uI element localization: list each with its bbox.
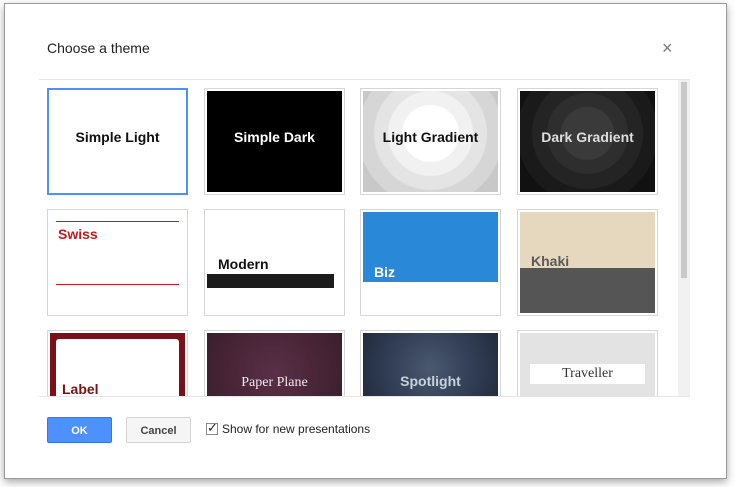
checkmark-icon: ✓ (207, 420, 218, 435)
close-icon[interactable]: × (662, 39, 673, 57)
theme-simple-dark[interactable]: Simple Dark (204, 88, 345, 195)
modern-bar (207, 274, 334, 288)
theme-light-gradient[interactable]: Light Gradient (360, 88, 501, 195)
checkbox[interactable]: ✓ (206, 420, 218, 435)
checkbox-label: Show for new presentations (222, 422, 371, 436)
theme-preview: Simple Dark (207, 91, 342, 192)
theme-biz[interactable]: Biz (360, 209, 501, 316)
theme-preview: Simple Light (50, 91, 185, 192)
theme-paper-plane[interactable]: Paper Plane (204, 330, 345, 396)
theme-label: Label (62, 381, 99, 397)
theme-preview: Paper Plane (207, 333, 342, 396)
theme-preview: Khaki (520, 212, 655, 313)
theme-modern[interactable]: Modern (204, 209, 345, 316)
theme-label: Biz (374, 264, 395, 280)
scrollbar[interactable] (678, 80, 690, 396)
dialog-title: Choose a theme (47, 40, 150, 56)
theme-label: Traveller (530, 364, 645, 384)
cancel-button[interactable]: Cancel (126, 417, 191, 443)
swiss-bottom-rule (56, 284, 179, 285)
theme-label: Paper Plane (241, 375, 308, 390)
theme-dark-gradient[interactable]: Dark Gradient (517, 88, 658, 195)
show-for-new-presentations-toggle[interactable]: ✓ Show for new presentations (206, 420, 371, 436)
theme-label: Spotlight (400, 373, 461, 389)
khaki-band (520, 268, 655, 313)
theme-label: Light Gradient (382, 129, 479, 145)
theme-preview: Biz (363, 212, 498, 313)
theme-preview: Dark Gradient (520, 91, 655, 192)
theme-grid[interactable]: Simple Light Simple Dark Light Gradient … (39, 79, 690, 397)
theme-label: Simple Dark (234, 129, 315, 145)
theme-preview: Light Gradient (363, 91, 498, 192)
theme-simple-light[interactable]: Simple Light (47, 88, 188, 195)
theme-label: Khaki (531, 253, 570, 269)
scrollbar-thumb[interactable] (681, 82, 687, 278)
theme-label: Swiss (58, 226, 98, 242)
theme-spotlight[interactable]: Spotlight (360, 330, 501, 396)
theme-preview: Spotlight (363, 333, 498, 396)
theme-label: Dark Gradient (541, 129, 634, 145)
theme-traveller[interactable]: Traveller (517, 330, 658, 396)
theme-preview: Label (50, 333, 185, 397)
theme-preview: Traveller (520, 333, 655, 396)
theme-preview: Modern (207, 212, 342, 313)
theme-label-theme[interactable]: Label (47, 330, 188, 397)
theme-khaki[interactable]: Khaki (517, 209, 658, 316)
theme-preview: Swiss (50, 212, 185, 313)
theme-swiss[interactable]: Swiss (47, 209, 188, 316)
swiss-top-rule (56, 221, 179, 222)
theme-label: Simple Light (75, 129, 160, 145)
theme-label: Modern (218, 256, 269, 272)
ok-button[interactable]: OK (47, 417, 112, 443)
